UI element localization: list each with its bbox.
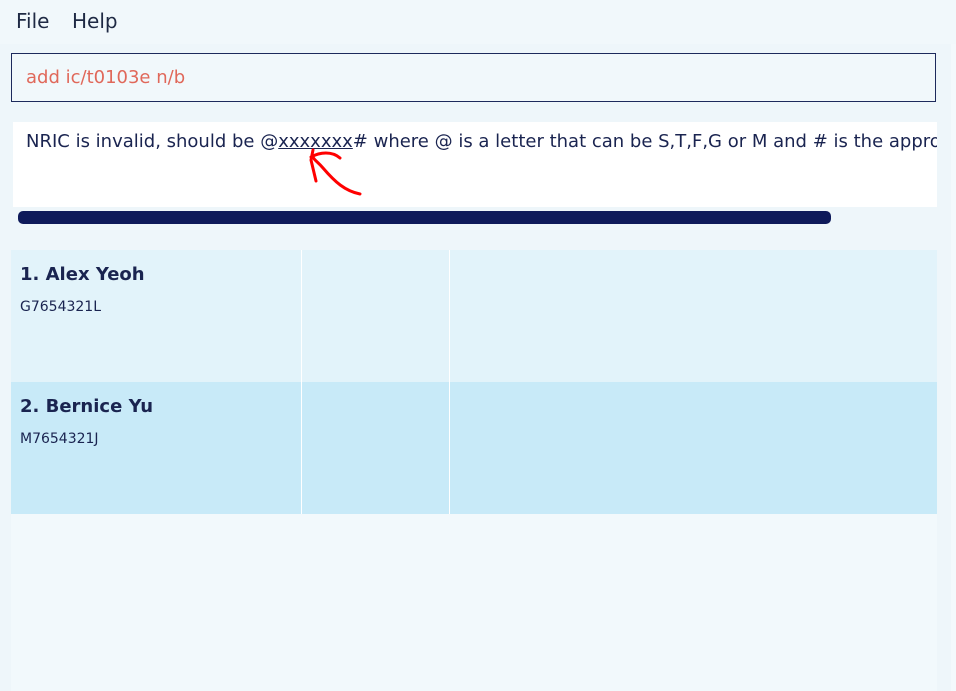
column-divider (449, 250, 450, 382)
status-progress-bar (18, 211, 831, 224)
column-divider (301, 250, 302, 382)
command-input-value[interactable]: add ic/t0103e n/b (26, 67, 185, 88)
result-message-prefix: NRIC is invalid, should be @ (26, 131, 279, 152)
column-divider (301, 382, 302, 514)
menu-bar: File Help (0, 0, 956, 44)
person-card[interactable]: 1. Alex Yeoh G7654321L (11, 250, 937, 382)
result-message-underlined: xxxxxxx (278, 131, 353, 152)
person-nric: G7654321L (20, 299, 101, 315)
menu-file[interactable]: File (16, 9, 49, 33)
result-message-suffix: # where @ is a letter that can be S,T,F,… (352, 131, 937, 152)
command-input[interactable]: add ic/t0103e n/b (11, 53, 936, 102)
person-name: 2. Bernice Yu (20, 396, 154, 417)
result-display: NRIC is invalid, should be @xxxxxxx# whe… (13, 122, 937, 207)
menu-help[interactable]: Help (72, 9, 118, 33)
column-divider (449, 382, 450, 514)
person-name: 1. Alex Yeoh (20, 264, 145, 285)
person-nric: M7654321J (20, 431, 99, 447)
person-card[interactable]: 2. Bernice Yu M7654321J (11, 382, 937, 514)
result-message: NRIC is invalid, should be @xxxxxxx# whe… (26, 131, 937, 152)
list-empty-area (11, 514, 937, 691)
